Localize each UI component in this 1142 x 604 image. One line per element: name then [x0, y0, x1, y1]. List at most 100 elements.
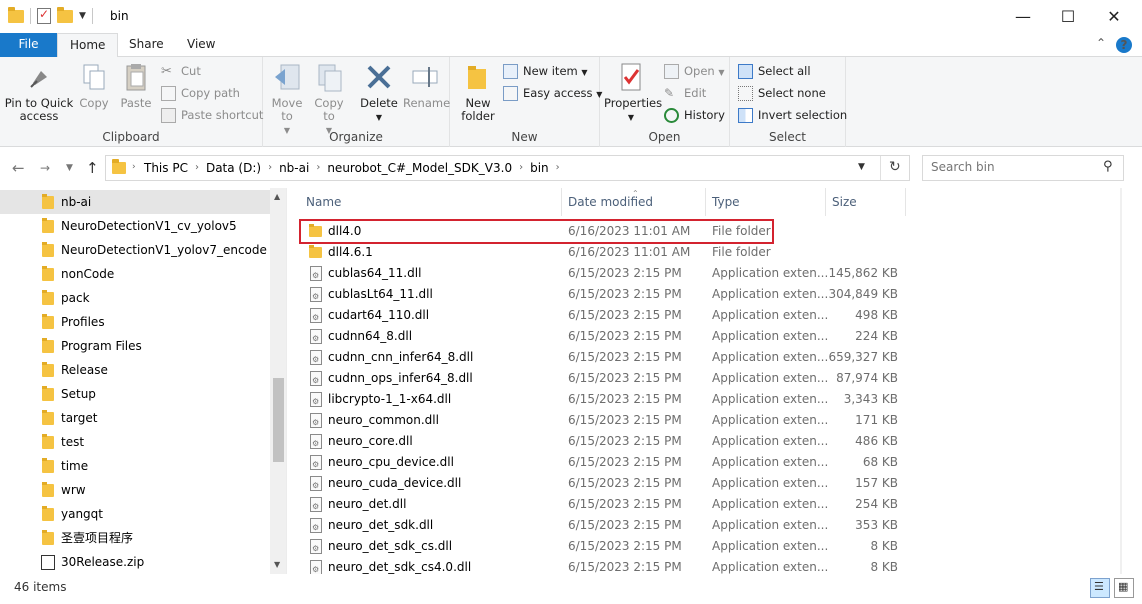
copy-to-button[interactable]: Copy to ▼	[311, 61, 347, 137]
select-all-button[interactable]: Select all	[738, 61, 811, 81]
new-folder-icon	[468, 66, 486, 89]
properties-check-icon[interactable]	[37, 7, 51, 24]
edit-icon: ✎	[664, 86, 675, 100]
nav-item[interactable]: nb-ai	[0, 190, 270, 214]
file-row[interactable]: neuro_det_sdk_cs.dll 6/15/2023 2:15 PM App…	[300, 536, 900, 559]
history-button[interactable]: History	[664, 105, 725, 125]
rename-button[interactable]: Rename	[403, 61, 450, 110]
file-row[interactable]: cublas64_11.dll 6/15/2023 2:15 PM Applicat…	[300, 263, 900, 286]
file-row[interactable]: neuro_det.dll 6/15/2023 2:15 PM Applicatio…	[300, 494, 900, 517]
tab-home[interactable]: Home	[57, 33, 119, 58]
nav-item[interactable]: Release	[0, 358, 270, 382]
nav-item[interactable]: Setup	[0, 382, 270, 406]
dropdown-chevron-icon: ▼	[375, 113, 383, 122]
breadcrumb-drive[interactable]: Data (D:)	[206, 156, 261, 180]
paste-shortcut-button[interactable]: Paste shortcut	[161, 105, 263, 125]
details-view-button[interactable]: ☰	[1090, 578, 1110, 598]
nav-item[interactable]: nonCode	[0, 262, 270, 286]
nav-item[interactable]: Profiles	[0, 310, 270, 334]
cut-button[interactable]: ✂ Cut	[161, 61, 201, 81]
nav-item[interactable]: yangqt	[0, 502, 270, 526]
forward-arrow-icon[interactable]: →	[40, 161, 50, 175]
file-row[interactable]: neuro_det_sdk.dll 6/15/2023 2:15 PM Applic…	[300, 515, 900, 538]
copy-path-button[interactable]: Copy path	[161, 83, 240, 103]
file-row[interactable]: cublasLt64_11.dll 6/15/2023 2:15 PM Applic…	[300, 284, 900, 307]
nav-item[interactable]: NeuroDetectionV1_cv_yolov5	[0, 214, 270, 238]
paste-button[interactable]: Paste	[117, 61, 155, 110]
file-row[interactable]: neuro_common.dll 6/15/2023 2:15 PM Applica…	[300, 410, 900, 433]
invert-selection-button[interactable]: Invert selection	[738, 105, 847, 125]
nav-item[interactable]: wrw	[0, 478, 270, 502]
move-to-button[interactable]: Move to ▼	[269, 61, 305, 137]
column-header-name[interactable]: Name	[300, 188, 562, 216]
tab-view[interactable]: View	[175, 33, 227, 57]
up-arrow-icon[interactable]: ↑	[86, 159, 99, 177]
refresh-icon[interactable]: ↻	[889, 159, 901, 175]
nav-item[interactable]: pack	[0, 286, 270, 310]
file-row[interactable]: neuro_cuda_device.dll 6/15/2023 2:15 PM Ap…	[300, 473, 900, 496]
tab-file[interactable]: File	[0, 33, 57, 57]
address-dropdown-chevron-icon[interactable]: ▼	[858, 162, 865, 172]
new-folder-button[interactable]: New folder	[458, 61, 498, 123]
address-bar[interactable]: › This PC › Data (D:) › nb-ai › neurobot_C#…	[105, 155, 910, 181]
maximize-button[interactable]: ☐	[1045, 0, 1091, 33]
easy-access-button[interactable]: Easy access ▼	[503, 83, 602, 103]
dll-file-icon	[310, 286, 322, 307]
new-folder-quick-icon[interactable]	[57, 6, 73, 23]
nav-item[interactable]: 圣壹项目程序	[0, 526, 270, 550]
select-none-button[interactable]: Select none	[738, 83, 826, 103]
file-row[interactable]: cudart64_110.dll 6/15/2023 2:15 PM Applica…	[300, 305, 900, 328]
column-header-date[interactable]: Date modified	[562, 188, 706, 216]
folder-icon	[42, 482, 54, 497]
nav-item[interactable]: time	[0, 454, 270, 478]
nav-item[interactable]: target	[0, 406, 270, 430]
breadcrumb-nb-ai[interactable]: nb-ai	[279, 156, 309, 180]
copy-button[interactable]: Copy	[76, 61, 112, 110]
nav-scroll-thumb[interactable]	[273, 378, 284, 462]
edit-button[interactable]: ✎ Edit	[664, 83, 706, 103]
file-name: neuro_det_sdk.dll	[328, 518, 434, 532]
search-input[interactable]	[931, 160, 1096, 174]
minimize-button[interactable]: —	[1000, 0, 1046, 33]
column-header-type[interactable]: Type	[706, 188, 826, 216]
search-icon[interactable]: ⚲	[1103, 159, 1113, 174]
divider	[91, 8, 93, 24]
nav-scrollbar[interactable]: ▲ ▼	[270, 188, 286, 574]
close-button[interactable]: ✕	[1091, 0, 1137, 33]
file-list-scrollbar[interactable]: ▲	[1120, 188, 1122, 574]
file-row[interactable]: cudnn64_8.dll 6/15/2023 2:15 PM Applicatio…	[300, 326, 900, 349]
breadcrumb-this-pc[interactable]: This PC	[144, 156, 188, 180]
breadcrumb-sdk[interactable]: neurobot_C#_Model_SDK_V3.0	[327, 156, 512, 180]
nav-item[interactable]: test	[0, 430, 270, 454]
nav-item[interactable]: NeuroDetectionV1_yolov7_encode	[0, 238, 270, 262]
search-box[interactable]: ⚲	[922, 155, 1124, 181]
nav-item[interactable]: 30Release.zip	[0, 550, 270, 574]
delete-button[interactable]: Delete ▼	[359, 61, 399, 124]
scroll-up-icon[interactable]: ▲	[274, 192, 280, 201]
new-item-button[interactable]: New item ▼	[503, 61, 588, 81]
file-row[interactable]: cudnn_ops_infer64_8.dll 6/15/2023 2:15 PM…	[300, 368, 900, 391]
recent-locations-chevron-icon[interactable]: ▼	[66, 163, 73, 173]
collapse-ribbon-icon[interactable]: ⌃	[1096, 36, 1106, 50]
copy-label: Copy	[79, 96, 109, 110]
back-arrow-icon[interactable]: ←	[12, 159, 25, 177]
chevron-right-icon: ›	[316, 162, 321, 173]
file-row[interactable]: neuro_det_sdk_cs4.0.dll 6/15/2023 2:15 PM…	[300, 557, 900, 574]
file-row[interactable]: dll4.6.1 6/16/2023 11:01 AM File folder	[300, 242, 900, 263]
properties-button[interactable]: Properties ▼	[604, 61, 662, 124]
scroll-down-icon[interactable]: ▼	[274, 560, 280, 569]
column-header-size[interactable]: Size	[826, 188, 906, 216]
help-icon[interactable]: ?	[1116, 37, 1132, 53]
file-type: Application exten...	[712, 329, 829, 343]
tab-share[interactable]: Share	[117, 33, 176, 57]
customize-toolbar-chevron-icon[interactable]: ▼	[79, 11, 86, 21]
pin-quick-access-button[interactable]: Pin to Quick access	[4, 61, 74, 123]
open-button[interactable]: Open ▼	[664, 61, 725, 81]
file-row[interactable]: neuro_core.dll 6/15/2023 2:15 PM Applicati…	[300, 431, 900, 454]
file-row[interactable]: cudnn_cnn_infer64_8.dll 6/15/2023 2:15 PM…	[300, 347, 900, 370]
file-row[interactable]: neuro_cpu_device.dll 6/15/2023 2:15 PM App…	[300, 452, 900, 475]
file-row[interactable]: libcrypto-1_1-x64.dll 6/15/2023 2:15 PM Ap…	[300, 389, 900, 412]
large-icons-view-button[interactable]: ▦	[1114, 578, 1134, 598]
nav-item[interactable]: Program Files	[0, 334, 270, 358]
breadcrumb-bin[interactable]: bin	[530, 156, 549, 180]
